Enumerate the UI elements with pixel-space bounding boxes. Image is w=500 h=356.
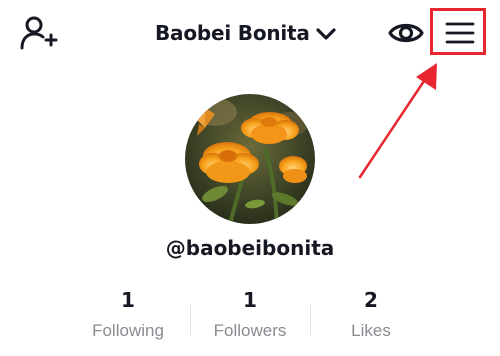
profile-views-button[interactable] bbox=[387, 18, 425, 48]
annotation-arrow bbox=[358, 63, 437, 179]
stat-following[interactable]: 1 Following bbox=[68, 287, 188, 341]
stat-value: 2 bbox=[364, 288, 378, 312]
add-person-icon bbox=[20, 16, 58, 50]
stat-followers[interactable]: 1 Followers bbox=[190, 287, 310, 341]
stat-value: 1 bbox=[121, 288, 135, 312]
stat-value: 1 bbox=[243, 288, 257, 312]
stat-likes[interactable]: 2 Likes bbox=[311, 287, 431, 341]
eye-icon bbox=[388, 23, 424, 43]
page-title: Baobei Bonita bbox=[155, 21, 310, 45]
stat-label: Following bbox=[92, 321, 164, 340]
username: @baobeibonita bbox=[165, 236, 335, 260]
chevron-down-icon bbox=[316, 28, 336, 40]
avatar[interactable] bbox=[185, 94, 315, 224]
account-switcher[interactable]: Baobei Bonita bbox=[155, 16, 337, 50]
stat-label: Followers bbox=[213, 321, 287, 340]
annotation-highlight-box bbox=[430, 8, 486, 55]
add-friend-button[interactable] bbox=[18, 14, 58, 52]
orange-flowers-avatar bbox=[185, 94, 315, 224]
stat-label: Likes bbox=[351, 321, 391, 340]
